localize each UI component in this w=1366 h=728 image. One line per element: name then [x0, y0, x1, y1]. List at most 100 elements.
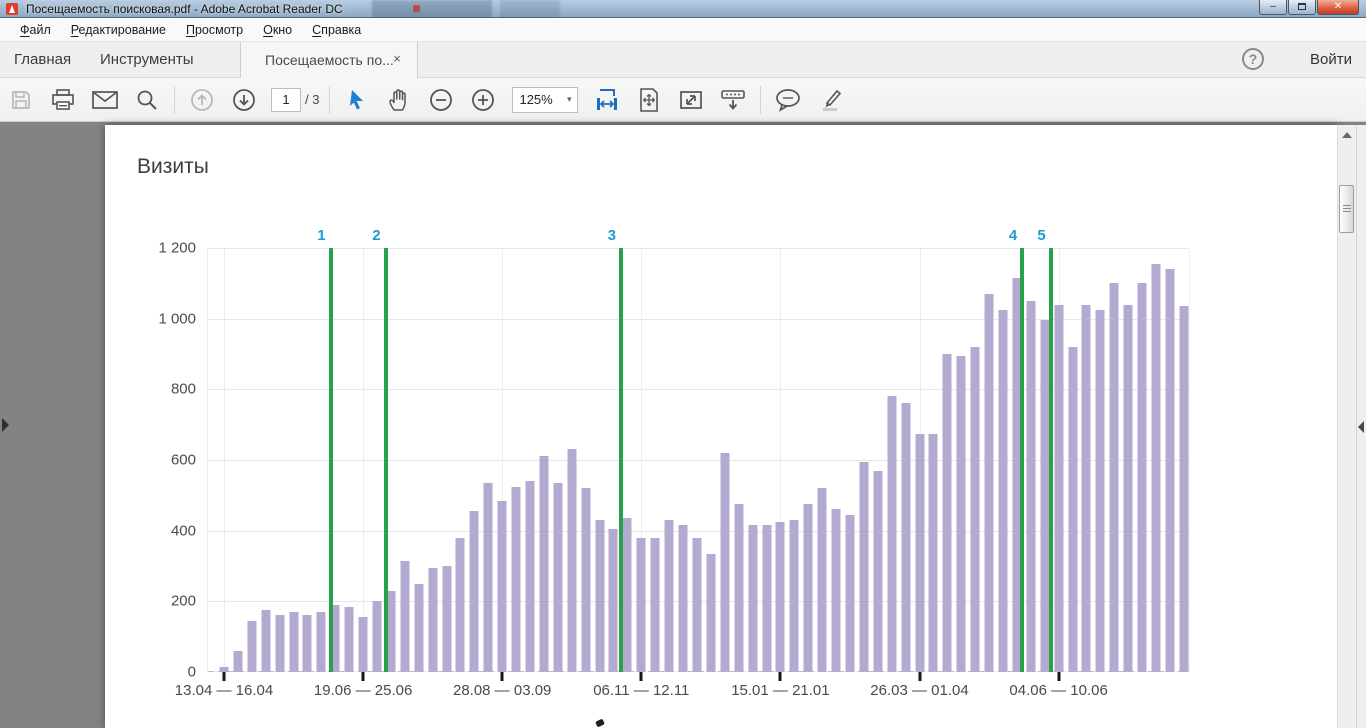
aero-glass-artifact	[413, 5, 420, 12]
bar	[901, 403, 910, 672]
next-element-artifact	[595, 719, 605, 728]
bar	[428, 568, 437, 672]
marker-line	[1020, 248, 1024, 672]
close-button[interactable]: ✕	[1317, 0, 1359, 15]
document-tab-label: Посещаемость по...	[265, 42, 394, 78]
tab-bar: Главная Инструменты Посещаемость по... ×	[0, 42, 1366, 78]
zoom-in-icon[interactable]	[466, 85, 500, 115]
bar	[498, 501, 507, 672]
tab-document[interactable]: Посещаемость по... ×	[240, 42, 418, 78]
bar	[887, 396, 896, 672]
comment-icon[interactable]	[771, 85, 805, 115]
bar	[595, 520, 604, 672]
bar	[651, 538, 660, 672]
zoom-level-select[interactable]: 125% ▾	[512, 87, 578, 113]
scrollbar-grip	[1343, 205, 1351, 206]
bar	[637, 538, 646, 672]
menu-item[interactable]: Файл	[10, 19, 61, 41]
bar	[859, 462, 868, 672]
bar	[1068, 347, 1077, 672]
chart-title: Визиты	[137, 155, 209, 179]
scroll-mode-icon[interactable]	[716, 85, 750, 115]
tab-tools[interactable]: Инструменты	[100, 42, 194, 78]
bar	[1151, 264, 1160, 672]
hand-tool-icon[interactable]	[382, 85, 416, 115]
tab-close-icon[interactable]: ×	[389, 51, 405, 67]
scroll-up-icon[interactable]	[1338, 127, 1356, 143]
gridline-vertical	[363, 248, 364, 672]
bar	[400, 561, 409, 672]
bar	[1138, 283, 1147, 672]
bar	[1054, 305, 1063, 672]
minimize-button[interactable]: –	[1259, 0, 1287, 15]
scrollbar-thumb[interactable]	[1339, 185, 1354, 233]
bar	[526, 481, 535, 672]
maximize-icon	[1298, 3, 1306, 10]
save-icon[interactable]	[4, 85, 38, 115]
document-area: Визиты 02004006008001 0001 20013.04 — 16…	[0, 122, 1366, 728]
pdf-page[interactable]: Визиты 02004006008001 0001 20013.04 — 16…	[105, 125, 1337, 728]
title-bar[interactable]: Посещаемость поисковая.pdf - Adobe Acrob…	[0, 0, 1366, 18]
fullscreen-icon[interactable]	[674, 85, 708, 115]
y-tick-label: 1 000	[158, 310, 196, 327]
page-down-icon[interactable]	[227, 85, 261, 115]
maximize-button[interactable]	[1288, 0, 1316, 15]
bar	[359, 617, 368, 672]
bar	[261, 610, 270, 672]
tab-home[interactable]: Главная	[14, 42, 71, 78]
x-tick-mark	[501, 672, 504, 681]
search-icon[interactable]	[130, 85, 164, 115]
bar	[1179, 306, 1188, 672]
fit-width-icon[interactable]	[590, 85, 624, 115]
menu-item[interactable]: Окно	[253, 19, 302, 41]
menu-item[interactable]: Просмотр	[176, 19, 253, 41]
navigation-pane-toggle-icon[interactable]	[2, 418, 9, 432]
menu-item[interactable]: Редактирование	[61, 19, 176, 41]
page-number-input[interactable]	[271, 88, 301, 112]
bar	[442, 566, 451, 672]
bar	[692, 538, 701, 672]
window-title: Посещаемость поисковая.pdf - Adobe Acrob…	[26, 2, 343, 16]
marker-line	[1049, 248, 1053, 672]
marker-label: 1	[317, 227, 325, 244]
toolbar-separator	[174, 86, 175, 114]
marker-label: 4	[1009, 227, 1017, 244]
bar	[998, 310, 1007, 672]
highlight-icon[interactable]	[813, 85, 847, 115]
bar	[539, 456, 548, 672]
menu-item[interactable]: Справка	[302, 19, 371, 41]
bar	[818, 488, 827, 672]
vertical-scrollbar[interactable]	[1337, 125, 1356, 728]
marker-label: 3	[608, 227, 616, 244]
bar	[790, 520, 799, 672]
aero-glass-artifact	[372, 0, 492, 18]
email-icon[interactable]	[88, 85, 122, 115]
x-tick-label: 04.06 — 10.06	[1009, 682, 1107, 699]
bar	[386, 591, 395, 672]
zoom-out-icon[interactable]	[424, 85, 458, 115]
adobe-reader-icon	[6, 3, 18, 15]
chevron-down-icon: ▾	[567, 94, 572, 105]
bar	[720, 453, 729, 672]
help-icon[interactable]: ?	[1242, 48, 1264, 70]
actual-size-icon[interactable]	[632, 85, 666, 115]
chart-plot: 02004006008001 0001 20013.04 — 16.0419.0…	[207, 248, 1190, 672]
bar	[345, 607, 354, 672]
page-up-icon[interactable]	[185, 85, 219, 115]
marker-line	[384, 248, 388, 672]
y-tick-label: 0	[188, 664, 196, 681]
sign-in-button[interactable]: Войти	[1310, 51, 1352, 68]
select-tool-icon[interactable]	[340, 85, 374, 115]
marker-label: 2	[372, 227, 380, 244]
bar	[943, 354, 952, 672]
print-icon[interactable]	[46, 85, 80, 115]
bar	[776, 522, 785, 672]
bar	[581, 488, 590, 672]
bar	[832, 509, 841, 672]
bar	[762, 525, 771, 672]
bar	[665, 520, 674, 672]
right-pane-toggle-icon[interactable]	[1358, 421, 1364, 433]
bar	[804, 504, 813, 672]
x-tick-label: 28.08 — 03.09	[453, 682, 551, 699]
x-tick-label: 06.11 — 12.11	[593, 682, 689, 699]
